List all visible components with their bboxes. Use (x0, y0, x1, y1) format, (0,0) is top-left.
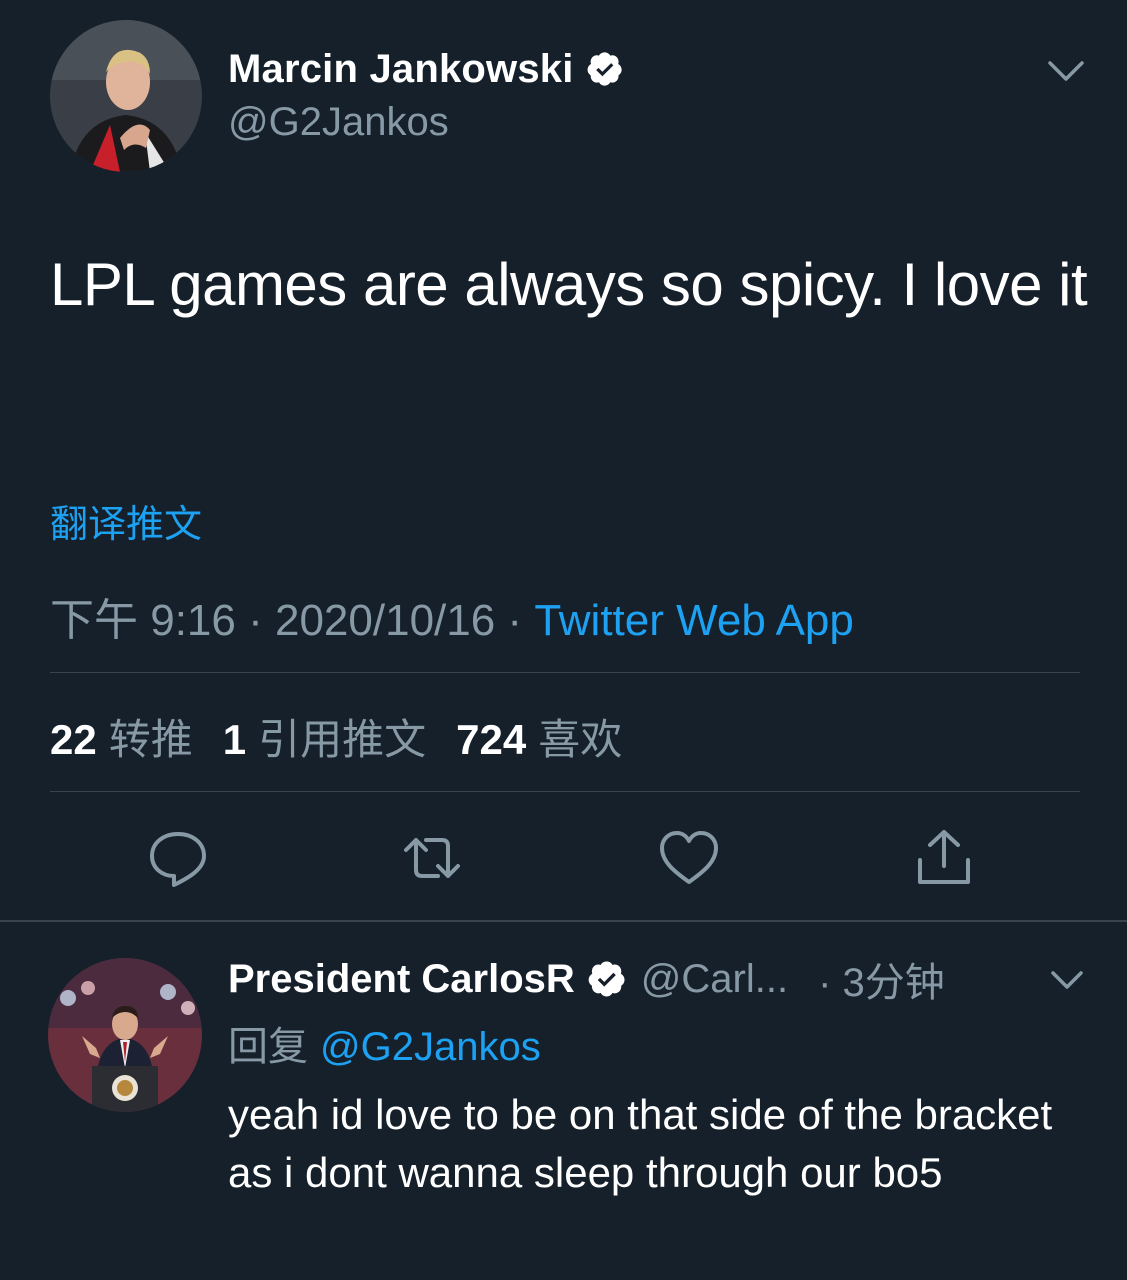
reply-author-name[interactable]: President CarlosR (228, 957, 575, 1002)
quotes-stat[interactable]: 1 引用推文 (223, 706, 426, 767)
likes-label: 喜欢 (538, 716, 623, 763)
tweet-date: 2020/10/16 (274, 596, 496, 645)
translate-tweet-link[interactable]: 翻译推文 (50, 493, 202, 548)
share-icon (918, 830, 970, 884)
retweet-button[interactable] (400, 826, 464, 890)
avatar-image (50, 20, 202, 172)
chevron-down-icon[interactable] (1046, 58, 1086, 84)
author-handle[interactable]: @G2Jankos (228, 100, 449, 145)
divider (50, 672, 1080, 673)
meta-separator: · (495, 596, 535, 645)
reply-header: President CarlosR @Carl... · 3分钟 (228, 952, 945, 1006)
tweet-meta: 下午 9:16 · 2020/10/16 · Twitter Web App (50, 584, 854, 648)
avatar-image (48, 958, 202, 1112)
retweet-icon (404, 838, 460, 878)
verified-badge-icon (588, 961, 625, 997)
tweet-separator (0, 920, 1127, 922)
share-button[interactable] (912, 826, 976, 890)
reply-author-avatar[interactable] (48, 958, 202, 1112)
reply-button[interactable] (146, 826, 210, 890)
likes-stat[interactable]: 724 喜欢 (456, 706, 622, 767)
tweet-text: LPL games are always so spicy. I love it (50, 251, 1088, 318)
like-button[interactable] (657, 826, 721, 890)
chevron-down-icon[interactable] (1050, 968, 1084, 992)
replying-to-mention[interactable]: @G2Jankos (320, 1025, 541, 1069)
tweet-stats: 22 转推 1 引用推文 724 喜欢 (50, 706, 652, 767)
likes-count: 724 (456, 716, 527, 763)
verified-badge-icon (587, 52, 622, 86)
replying-to: 回复 @G2Jankos (228, 1014, 541, 1072)
reply-text: yeah id love to be on that side of the b… (228, 1091, 1053, 1196)
author-avatar[interactable] (50, 20, 202, 172)
reply-icon (150, 832, 206, 887)
like-icon (660, 831, 718, 884)
divider (50, 791, 1080, 792)
tweet-source-link[interactable]: Twitter Web App (534, 596, 854, 645)
quotes-label: 引用推文 (258, 716, 427, 763)
quotes-count: 1 (222, 716, 247, 763)
retweets-count: 22 (50, 716, 97, 763)
meta-separator: · (235, 596, 275, 645)
reply-author-handle[interactable]: @Carl... (641, 957, 788, 1002)
reply-time: · 3分钟 (818, 961, 945, 1005)
replying-label: 回复 (228, 1025, 308, 1069)
author-display-name[interactable]: Marcin Jankowski (228, 47, 574, 92)
retweets-stat[interactable]: 22 转推 (50, 706, 193, 767)
author-name-row[interactable]: Marcin Jankowski (228, 44, 624, 94)
main-tweet: Marcin Jankowski @G2Jankos LPL games are… (0, 0, 1127, 922)
retweets-label: 转推 (108, 716, 193, 763)
tweet-time: 下午 9:16 (50, 596, 236, 645)
